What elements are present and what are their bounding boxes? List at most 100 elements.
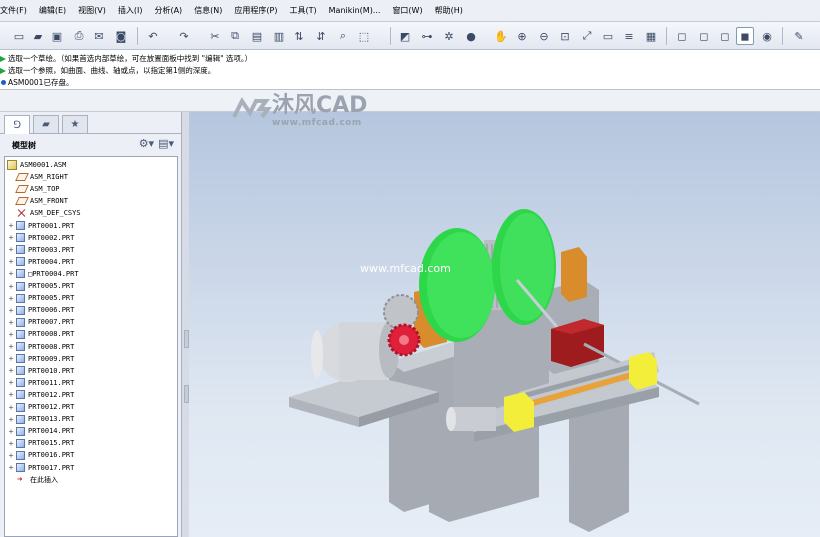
- regenerate-manager-icon[interactable]: ⇵: [312, 27, 330, 45]
- expand-icon[interactable]: +: [7, 403, 15, 412]
- no-hidden-icon[interactable]: ◻: [716, 27, 734, 45]
- print-icon[interactable]: ⎙: [70, 27, 88, 45]
- expand-icon[interactable]: +: [7, 451, 15, 460]
- model-tree-item[interactable]: ASM0001.ASM: [7, 159, 66, 171]
- menu-item[interactable]: 应用程序(P): [228, 5, 283, 16]
- model-tree-item[interactable]: + PRT0006.PRT: [7, 304, 74, 316]
- new-file-icon[interactable]: ▭: [10, 27, 28, 45]
- model-tree-item[interactable]: + PRT0012.PRT: [7, 401, 74, 413]
- view-manager-icon[interactable]: ▦: [642, 27, 660, 45]
- folder-browser-tab-icon[interactable]: ▰: [33, 115, 59, 133]
- expand-icon[interactable]: +: [7, 318, 15, 327]
- print-preview-icon[interactable]: ◙: [112, 27, 130, 45]
- expand-icon[interactable]: +: [7, 294, 15, 303]
- saved-views-icon[interactable]: ▭: [599, 27, 617, 45]
- find-icon[interactable]: ⌕: [334, 27, 352, 45]
- regenerate-icon[interactable]: ⇅: [290, 27, 308, 45]
- expand-icon[interactable]: +: [7, 378, 15, 387]
- cut-icon[interactable]: ✂: [206, 27, 224, 45]
- datum-plane-display-icon[interactable]: ◩: [396, 27, 414, 45]
- model-tree-item[interactable]: + PRT0002.PRT: [7, 232, 74, 244]
- model-tree-item[interactable]: + PRT0013.PRT: [7, 413, 74, 425]
- menu-item[interactable]: 分析(A): [148, 5, 188, 16]
- model-tree-item[interactable]: ➜ 在此插入: [17, 474, 58, 486]
- model-tree-item[interactable]: + PRT0017.PRT: [7, 462, 74, 474]
- send-mail-icon[interactable]: ✉: [90, 27, 108, 45]
- expand-icon[interactable]: +: [7, 415, 15, 424]
- expand-icon[interactable]: +: [7, 233, 15, 242]
- spin-center-icon[interactable]: ✋: [492, 27, 510, 45]
- menu-item[interactable]: 信息(N): [188, 5, 228, 16]
- selection-box-icon[interactable]: ⬚: [355, 27, 373, 45]
- zoom-in-icon[interactable]: ⊕: [513, 27, 531, 45]
- expand-icon[interactable]: +: [7, 330, 15, 339]
- menu-item[interactable]: 插入(I): [112, 5, 149, 16]
- redo-icon[interactable]: ↷: [175, 27, 193, 45]
- edit-icon[interactable]: ✎: [790, 27, 808, 45]
- model-tree-item[interactable]: + PRT0016.PRT: [7, 449, 74, 461]
- model-tree-item[interactable]: ASM_RIGHT: [15, 171, 68, 183]
- model-tree-item[interactable]: + □PRT0004.PRT: [7, 268, 79, 280]
- model-tree-item[interactable]: + PRT0005.PRT: [7, 280, 74, 292]
- expand-icon[interactable]: +: [7, 366, 15, 375]
- model-tree-item[interactable]: + PRT0015.PRT: [7, 437, 74, 449]
- expand-icon[interactable]: +: [7, 221, 15, 230]
- model-tree-item[interactable]: + PRT0012.PRT: [7, 389, 74, 401]
- copy-icon[interactable]: ⧉: [226, 27, 244, 45]
- save-icon[interactable]: ▣: [48, 27, 66, 45]
- expand-icon[interactable]: +: [7, 439, 15, 448]
- assembly-model[interactable]: [189, 112, 820, 537]
- favorites-tab-icon[interactable]: ★: [62, 115, 88, 133]
- menu-item[interactable]: 窗口(W): [386, 5, 428, 16]
- model-tree-tab-icon[interactable]: ⅁: [4, 115, 30, 134]
- zoom-out-icon[interactable]: ⊖: [535, 27, 553, 45]
- model-tree-item[interactable]: + PRT0008.PRT: [7, 341, 74, 353]
- expand-icon[interactable]: +: [7, 257, 15, 266]
- datum-axis-display-icon[interactable]: ⊶: [418, 27, 436, 45]
- appearance-icon[interactable]: ●: [462, 27, 480, 45]
- shading-icon[interactable]: ◼: [736, 27, 754, 45]
- paste-icon[interactable]: ▤: [248, 27, 266, 45]
- tree-settings-icon[interactable]: ⚙▾: [139, 137, 154, 150]
- model-tree-item[interactable]: + PRT0008.PRT: [7, 328, 74, 340]
- tree-show-icon[interactable]: ▤▾: [158, 137, 174, 150]
- expand-icon[interactable]: +: [7, 354, 15, 363]
- model-tree-item[interactable]: + PRT0014.PRT: [7, 425, 74, 437]
- menu-item[interactable]: 编辑(E): [33, 5, 72, 16]
- reorient-icon[interactable]: ⤢: [578, 27, 596, 45]
- undo-icon[interactable]: ↶: [144, 27, 162, 45]
- model-tree-item[interactable]: + PRT0001.PRT: [7, 220, 74, 232]
- menu-item[interactable]: Manikin(M)...: [323, 6, 387, 15]
- expand-icon[interactable]: +: [7, 390, 15, 399]
- layers-icon[interactable]: ≡: [620, 27, 638, 45]
- model-tree-item[interactable]: + PRT0011.PRT: [7, 377, 74, 389]
- model-tree-item[interactable]: + PRT0004.PRT: [7, 256, 74, 268]
- graphics-window[interactable]: [189, 112, 820, 537]
- open-folder-icon[interactable]: ▰: [29, 27, 47, 45]
- expand-icon[interactable]: +: [7, 342, 15, 351]
- enhanced-realism-icon[interactable]: ◉: [758, 27, 776, 45]
- wireframe-icon[interactable]: ◻: [673, 27, 691, 45]
- model-tree-item[interactable]: ASM_DEF_CSYS: [17, 207, 81, 219]
- datum-point-display-icon[interactable]: ✲: [440, 27, 458, 45]
- expand-icon[interactable]: +: [7, 245, 15, 254]
- model-tree-item[interactable]: + PRT0005.PRT: [7, 292, 74, 304]
- expand-icon[interactable]: +: [7, 282, 15, 291]
- expand-icon[interactable]: +: [7, 427, 15, 436]
- menu-item[interactable]: 文件(F): [0, 5, 33, 16]
- expand-icon[interactable]: +: [7, 463, 15, 472]
- model-tree-item[interactable]: + PRT0010.PRT: [7, 365, 74, 377]
- menu-item[interactable]: 视图(V): [72, 5, 112, 16]
- model-tree-item[interactable]: + PRT0009.PRT: [7, 353, 74, 365]
- menu-item[interactable]: 工具(T): [284, 5, 323, 16]
- paste-special-icon[interactable]: ▥: [270, 27, 288, 45]
- model-tree-item[interactable]: + PRT0003.PRT: [7, 244, 74, 256]
- model-tree-item[interactable]: + PRT0007.PRT: [7, 316, 74, 328]
- menu-item[interactable]: 帮助(H): [429, 5, 469, 16]
- expand-icon[interactable]: +: [7, 269, 15, 278]
- refit-icon[interactable]: ⊡: [556, 27, 574, 45]
- expand-icon[interactable]: +: [7, 306, 15, 315]
- model-tree-item[interactable]: ASM_FRONT: [15, 195, 68, 207]
- model-tree-item[interactable]: ASM_TOP: [15, 183, 60, 195]
- hidden-line-icon[interactable]: ◻: [695, 27, 713, 45]
